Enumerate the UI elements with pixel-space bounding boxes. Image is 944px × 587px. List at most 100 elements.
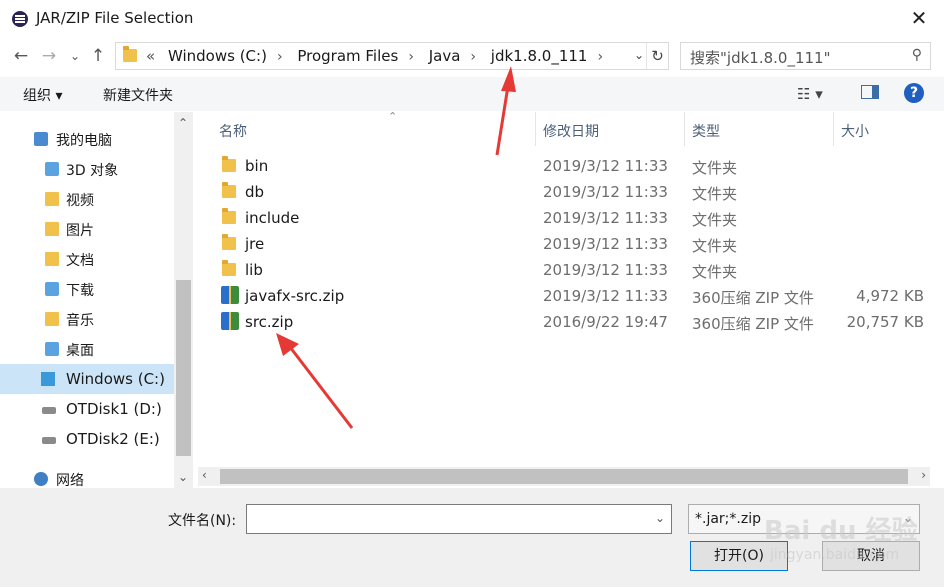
- sidebar-item-otdisk2[interactable]: OTDisk2 (E:): [0, 424, 174, 454]
- scroll-right-icon[interactable]: ›: [921, 468, 926, 482]
- sidebar-item-label: 网络: [56, 473, 84, 489]
- sidebar-item-label: 3D 对象: [66, 163, 119, 179]
- recent-locations-icon[interactable]: ⌄: [64, 45, 86, 67]
- file-row-src-zip[interactable]: src.zip 2016/9/22 19:47 360压缩 ZIP 文件 20,…: [193, 309, 930, 335]
- downloads-icon: [45, 282, 59, 296]
- up-arrow-icon[interactable]: ↑: [87, 45, 109, 67]
- search-icon[interactable]: ⚲: [912, 47, 922, 63]
- scroll-left-icon[interactable]: ‹: [202, 468, 207, 482]
- sidebar-item-label: 文档: [66, 253, 94, 269]
- sidebar-item-label: Windows (C:): [66, 370, 165, 388]
- zip-archive-icon: [221, 312, 239, 330]
- file-type-filter[interactable]: *.jar;*.zip ⌄: [688, 504, 920, 534]
- column-label: 名称: [219, 124, 247, 140]
- new-folder-button[interactable]: 新建文件夹: [103, 85, 173, 105]
- chevron-down-icon[interactable]: ⌄: [655, 511, 665, 525]
- breadcrumb-windows-c[interactable]: Windows (C:): [168, 47, 267, 65]
- breadcrumb-overflow[interactable]: «: [146, 47, 155, 65]
- organize-button[interactable]: 组织 ▾: [23, 85, 62, 105]
- file-row-lib[interactable]: lib 2019/3/12 11:33 文件夹: [193, 257, 930, 283]
- close-button[interactable]: ✕: [906, 5, 932, 31]
- file-name: javafx-src.zip: [245, 287, 345, 305]
- preview-pane-icon[interactable]: [861, 85, 879, 99]
- sidebar-item-windows-c[interactable]: Windows (C:): [0, 364, 174, 394]
- sidebar-item-label: 图片: [66, 223, 94, 239]
- file-type: 360压缩 ZIP 文件: [692, 315, 814, 333]
- navigation-pane: 我的电脑 3D 对象 视频 图片 文档 下载 音乐 桌面 Windows (C:…: [0, 112, 193, 489]
- column-header-name[interactable]: 名称 ⌃: [213, 110, 536, 146]
- breadcrumb-jdk[interactable]: jdk1.8.0_111: [491, 47, 588, 65]
- column-header-modified[interactable]: 修改日期: [537, 112, 685, 146]
- sidebar-item-label: OTDisk2 (E:): [66, 430, 160, 448]
- back-arrow-icon[interactable]: ←: [10, 45, 32, 67]
- sidebar-item-3d-objects[interactable]: 3D 对象: [0, 154, 174, 184]
- search-input[interactable]: 搜索"jdk1.8.0_111" ⚲: [680, 42, 931, 70]
- chevron-right-icon[interactable]: ›: [597, 49, 603, 65]
- file-type: 文件夹: [692, 159, 738, 177]
- chevron-right-icon[interactable]: ›: [470, 49, 476, 65]
- file-modified: 2019/3/12 11:33: [543, 287, 668, 305]
- column-header-size[interactable]: 大小: [835, 112, 930, 146]
- folder-icon: [222, 234, 236, 250]
- file-type: 360压缩 ZIP 文件: [692, 289, 814, 307]
- breadcrumb-program-files[interactable]: Program Files: [297, 47, 398, 65]
- filename-input[interactable]: ⌄: [246, 504, 672, 534]
- file-row-bin[interactable]: bin 2019/3/12 11:33 文件夹: [193, 153, 930, 179]
- sidebar-item-downloads[interactable]: 下载: [0, 274, 174, 304]
- file-row-include[interactable]: include 2019/3/12 11:33 文件夹: [193, 205, 930, 231]
- folder-icon: [123, 46, 137, 62]
- sidebar-item-pictures[interactable]: 图片: [0, 214, 174, 244]
- forward-arrow-icon[interactable]: →: [38, 45, 60, 67]
- sidebar-item-videos[interactable]: 视频: [0, 184, 174, 214]
- file-type: 文件夹: [692, 211, 738, 229]
- file-name: db: [245, 183, 265, 201]
- sidebar-item-label: 视频: [66, 193, 94, 209]
- windows-drive-icon: [41, 372, 55, 386]
- scrollbar-thumb[interactable]: [220, 469, 908, 484]
- view-options-icon[interactable]: ☷ ▾: [797, 85, 823, 103]
- sidebar-item-music[interactable]: 音乐: [0, 304, 174, 334]
- pictures-icon: [45, 222, 59, 236]
- file-row-jre[interactable]: jre 2019/3/12 11:33 文件夹: [193, 231, 930, 257]
- address-bar[interactable]: « Windows (C:) › Program Files › Java › jdk…: [115, 42, 669, 70]
- file-row-javafx-src-zip[interactable]: javafx-src.zip 2019/3/12 11:33 360压缩 ZIP…: [193, 283, 930, 309]
- file-name: include: [245, 209, 300, 227]
- videos-icon: [45, 192, 59, 206]
- refresh-icon[interactable]: ↻: [646, 43, 668, 69]
- file-list-hscrollbar[interactable]: ‹ ›: [198, 467, 930, 486]
- breadcrumb-java[interactable]: Java: [429, 47, 461, 65]
- chevron-down-icon[interactable]: ⌄: [903, 511, 913, 525]
- file-name: bin: [245, 157, 269, 175]
- open-button[interactable]: 打开(O): [690, 541, 788, 571]
- sidebar-item-label: OTDisk1 (D:): [66, 400, 162, 418]
- address-dropdown-icon[interactable]: ⌄: [634, 48, 644, 62]
- sidebar-item-otdisk1[interactable]: OTDisk1 (D:): [0, 394, 174, 424]
- file-row-db[interactable]: db 2019/3/12 11:33 文件夹: [193, 179, 930, 205]
- column-header-type[interactable]: 类型: [686, 112, 834, 146]
- sidebar-scrollbar[interactable]: ⌃ ⌄: [174, 112, 193, 488]
- desktop-icon: [45, 342, 59, 356]
- sidebar-item-label: 桌面: [66, 343, 94, 359]
- column-label: 修改日期: [543, 124, 599, 140]
- sidebar-item-desktop[interactable]: 桌面: [0, 334, 174, 364]
- chevron-right-icon[interactable]: ›: [277, 49, 283, 65]
- sidebar-item-this-pc[interactable]: 我的电脑: [0, 124, 174, 154]
- drive-icon: [42, 407, 56, 414]
- sidebar-item-documents[interactable]: 文档: [0, 244, 174, 274]
- filter-value: *.jar;*.zip: [695, 511, 761, 527]
- cancel-button[interactable]: 取消: [822, 541, 920, 571]
- scroll-down-icon[interactable]: ⌄: [178, 470, 188, 484]
- help-icon[interactable]: ?: [904, 83, 924, 103]
- scrollbar-thumb[interactable]: [176, 280, 191, 456]
- chevron-right-icon[interactable]: ›: [408, 49, 414, 65]
- music-icon: [45, 312, 59, 326]
- zip-archive-icon: [221, 286, 239, 304]
- scroll-up-icon[interactable]: ⌃: [178, 116, 188, 130]
- window-title: JAR/ZIP File Selection: [36, 9, 194, 27]
- command-toolbar: 组织 ▾ 新建文件夹 ☷ ▾ ?: [0, 77, 944, 111]
- sidebar-item-label: 音乐: [66, 313, 94, 329]
- file-name: lib: [245, 261, 263, 279]
- file-modified: 2019/3/12 11:33: [543, 209, 668, 227]
- sidebar-item-label: 下载: [66, 283, 94, 299]
- title-bar: JAR/ZIP File Selection ✕: [0, 0, 944, 36]
